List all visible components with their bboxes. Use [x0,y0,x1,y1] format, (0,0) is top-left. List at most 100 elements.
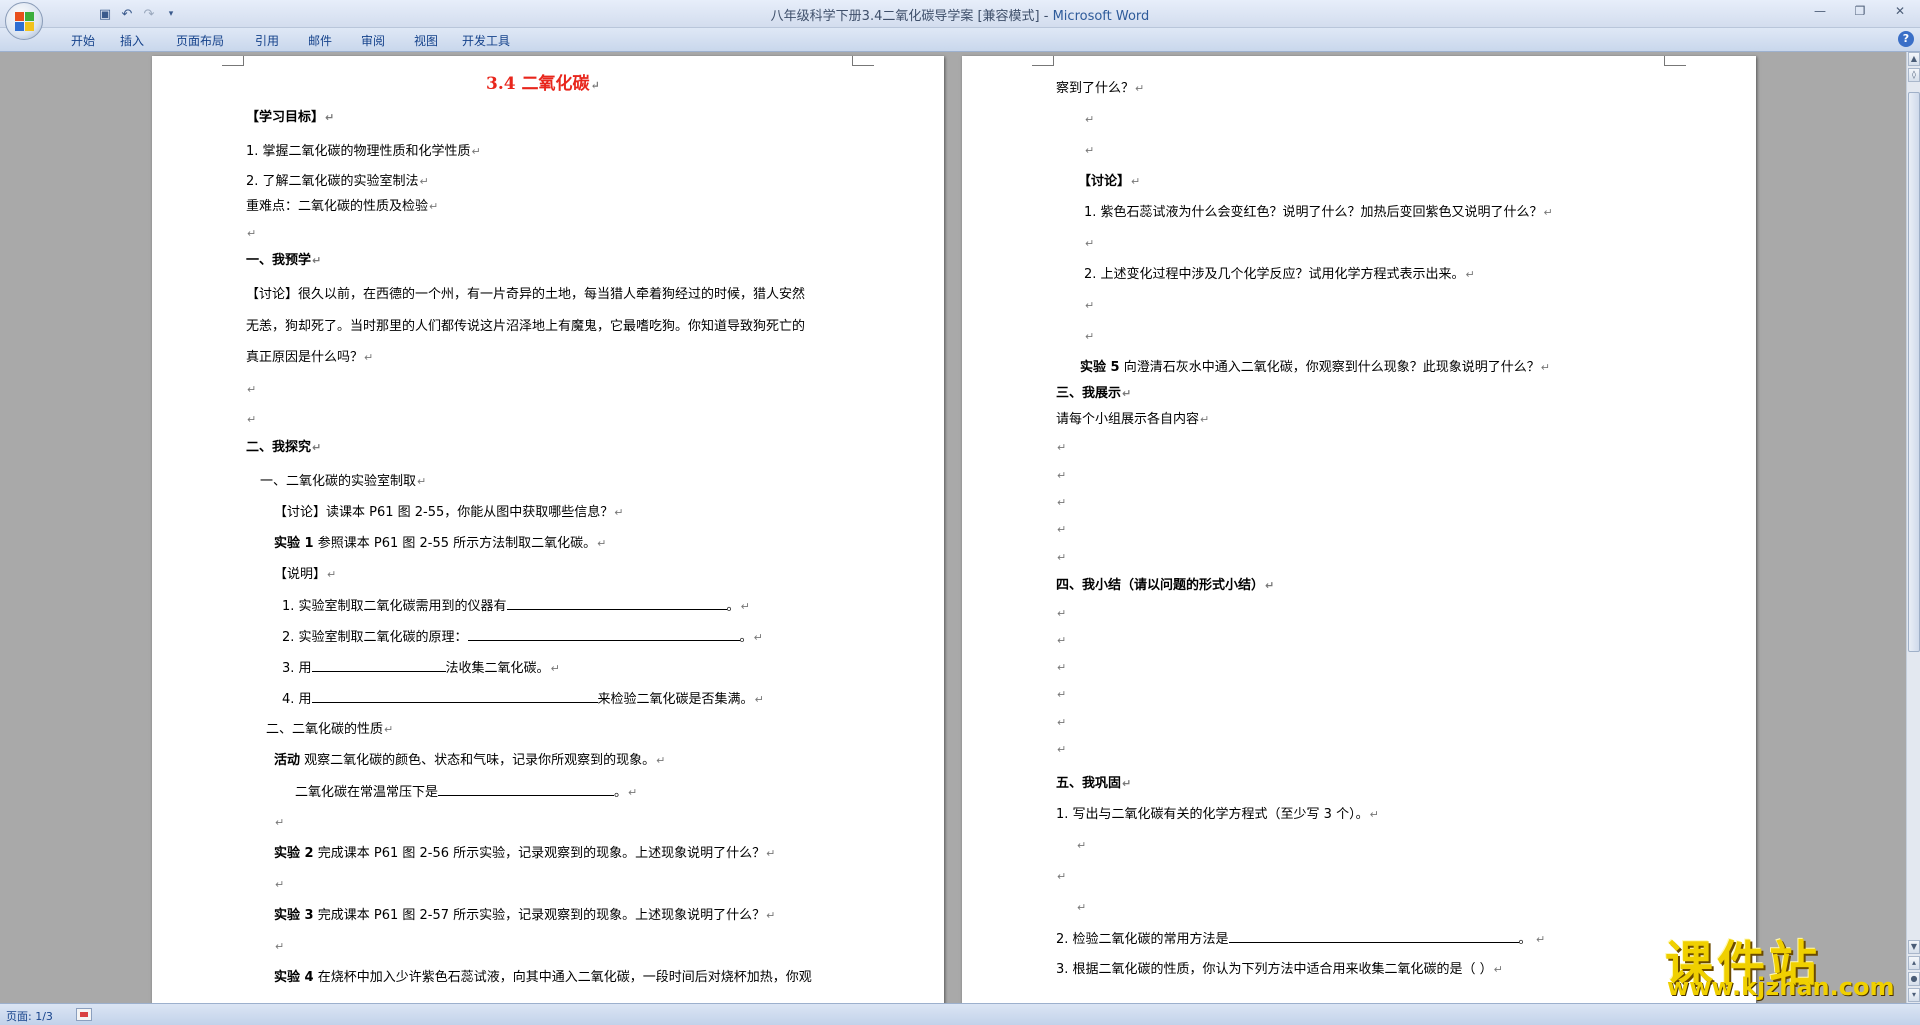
status-bar: 页面: 1/3 [0,1003,1920,1025]
section-3-heading: 三、我展示↵ [1056,386,1132,401]
word-window: ▣ ↶ ↷ ▾ 八年级科学下册3.4二氧化碳导学案 [兼容模式] - Micro… [0,0,1920,1025]
tab-home[interactable]: 开始 [60,30,106,51]
empty-paragraph: ↵ [1057,870,1067,883]
question-2: 2. 实验室制取二氧化碳的原理： 。↵ [282,629,763,645]
subsection-1-heading: 一、二氧化碳的实验室制取↵ [260,474,427,489]
title-separator: - [1039,9,1053,24]
empty-paragraph: ↵ [247,227,257,240]
close-icon[interactable]: ✕ [1880,0,1920,22]
help-icon[interactable]: ? [1898,31,1914,47]
page-2[interactable]: 察到了什么？↵ ↵ ↵ 【讨论】↵ 1. 紫色石蕊试液为什么会变红色？说明了什么… [962,56,1756,1003]
empty-paragraph: ↵ [247,413,257,426]
vertical-scrollbar[interactable]: ▲ ◊ ▼ ▴ ● ▾ [1906,52,1920,1003]
browse-object-icon[interactable]: ● [1908,972,1920,986]
minimize-icon[interactable]: — [1800,0,1840,22]
empty-paragraph: ↵ [1057,743,1067,756]
tab-review[interactable]: 审阅 [348,30,398,51]
answer-blank[interactable] [1228,931,1519,943]
document-title-heading: 3.4 二氧化碳↵ [486,74,600,94]
answer-blank[interactable] [438,784,615,796]
ribbon-tab-bar: 开始 插入 页面布局 引用 邮件 审阅 视图 开发工具 ? [0,28,1920,52]
section-2-heading: 二、我探究↵ [246,440,322,455]
empty-paragraph: ↵ [1057,441,1067,454]
empty-paragraph: ↵ [1057,523,1067,536]
consolidate-q3: 3. 根据二氧化碳的性质，你认为下列方法中适合用来收集二氧化碳的是（ ）↵ [1056,962,1503,977]
ruler-toggle-icon[interactable]: ◊ [1908,68,1920,82]
proofing-icon[interactable] [76,1008,92,1021]
tab-page-layout[interactable]: 页面布局 [158,30,242,51]
maximize-icon[interactable]: ❐ [1840,0,1880,22]
show-text: 请每个小组展示各自内容↵ [1056,412,1210,427]
section-5-heading: 五、我巩固↵ [1056,776,1132,791]
empty-paragraph: ↵ [1057,496,1067,509]
question-1: 1. 实验室制取二氧化碳需用到的仪器有 。↵ [282,598,750,614]
section-1-heading: 一、我预学↵ [246,253,322,268]
consolidate-q1: 1. 写出与二氧化碳有关的化学方程式（至少写 3 个）。↵ [1056,807,1379,822]
tab-developer[interactable]: 开发工具 [454,30,518,51]
section-4-heading: 四、我小结（请以问题的形式小结）↵ [1056,578,1275,593]
watermark-url: www.kjzhan.com [1667,973,1895,1001]
title-bar: ▣ ↶ ↷ ▾ 八年级科学下册3.4二氧化碳导学案 [兼容模式] - Micro… [0,0,1920,28]
empty-paragraph: ↵ [1057,634,1067,647]
previous-page-icon[interactable]: ▴ [1908,956,1920,970]
page-count[interactable]: 页面: 1/3 [6,1008,53,1024]
answer-blank[interactable] [311,691,598,703]
empty-paragraph: ↵ [1057,469,1067,482]
discussion-1-line-1: 【讨论】很久以前，在西德的一个州，有一片奇异的土地，每当猎人牵着狗经过的时候，猎… [246,287,806,302]
scroll-thumb[interactable] [1908,92,1920,652]
tab-view[interactable]: 视图 [398,30,454,51]
tab-references[interactable]: 引用 [242,30,292,51]
discussion-1-line-2: 无恙，狗却死了。当时那里的人们都传说这片沼泽地上有魔鬼，它最嗜吃狗。你知道导致狗… [246,319,806,334]
document-title: 八年级科学下册3.4二氧化碳导学案 [兼容模式] [770,9,1040,24]
empty-paragraph: ↵ [1057,661,1067,674]
crop-mark [222,56,244,66]
empty-paragraph: ↵ [247,383,257,396]
empty-paragraph: ↵ [1085,330,1095,343]
empty-paragraph: ↵ [275,940,285,953]
answer-blank[interactable] [506,598,727,610]
site-watermark: 课件站 www.kjzhan.com [1665,924,1905,1001]
window-controls: — ❐ ✕ [1800,0,1920,22]
empty-paragraph: ↵ [1077,901,1087,914]
office-button[interactable] [5,2,43,40]
empty-paragraph: ↵ [1085,144,1095,157]
experiment-5: 实验 5 向澄清石灰水中通入二氧化碳，你观察到什么现象？此现象说明了什么？↵ [1080,360,1550,375]
empty-paragraph: ↵ [1085,299,1095,312]
answer-blank[interactable] [311,660,446,672]
discussion-heading: 【讨论】↵ [1078,174,1141,189]
experiment-2: 实验 2 完成课本 P61 图 2-56 所示实验，记录观察到的现象。上述现象说… [274,846,776,861]
crop-mark [852,56,874,66]
empty-paragraph: ↵ [1057,607,1067,620]
question-4: 4. 用来检验二氧化碳是否集满。↵ [282,691,764,707]
experiment-4: 实验 4 在烧杯中加入少许紫色石蕊试液，向其中通入二氧化碳，一段时间后对烧杯加热… [274,970,812,985]
scroll-up-icon[interactable]: ▲ [1908,52,1920,66]
empty-paragraph: ↵ [275,816,285,829]
discussion-1-line-3: 真正原因是什么吗？↵ [246,350,374,365]
answer-blank[interactable] [467,629,740,641]
crop-mark [1664,56,1686,66]
app-name: Microsoft Word [1052,9,1150,24]
goal-2: 2. 了解二氧化碳的实验室制法↵ [246,174,429,189]
crop-mark [1032,56,1054,66]
empty-paragraph: ↵ [1057,716,1067,729]
empty-paragraph: ↵ [275,878,285,891]
key-points: 重难点：二氧化碳的性质及检验↵ [246,199,439,214]
note-heading: 【说明】↵ [274,567,337,582]
question-3: 3. 用法收集二氧化碳。↵ [282,660,560,676]
continued-text: 察到了什么？↵ [1056,81,1145,96]
empty-paragraph: ↵ [1077,839,1087,852]
document-area[interactable]: 3.4 二氧化碳↵ 【学习目标】↵ 1. 掌握二氧化碳的物理性质和化学性质↵ 2… [0,52,1906,1003]
empty-paragraph: ↵ [1057,688,1067,701]
tab-insert[interactable]: 插入 [106,30,158,51]
tab-mailings[interactable]: 邮件 [292,30,348,51]
scroll-down-icon[interactable]: ▼ [1908,940,1920,954]
discussion-q1: 1. 紫色石蕊试液为什么会变红色？说明了什么？加热后变回紫色又说明了什么？↵ [1084,205,1553,220]
empty-paragraph: ↵ [1085,237,1095,250]
experiment-3: 实验 3 完成课本 P61 图 2-57 所示实验，记录观察到的现象。上述现象说… [274,908,776,923]
page-1[interactable]: 3.4 二氧化碳↵ 【学习目标】↵ 1. 掌握二氧化碳的物理性质和化学性质↵ 2… [152,56,944,1003]
next-page-icon[interactable]: ▾ [1908,988,1920,1002]
empty-paragraph: ↵ [1085,113,1095,126]
consolidate-q2: 2. 检验二氧化碳的常用方法是。 ↵ [1056,931,1546,947]
goal-1: 1. 掌握二氧化碳的物理性质和化学性质↵ [246,144,481,159]
discussion-2: 【讨论】读课本 P61 图 2-55，你能从图中获取哪些信息？↵ [274,505,624,520]
